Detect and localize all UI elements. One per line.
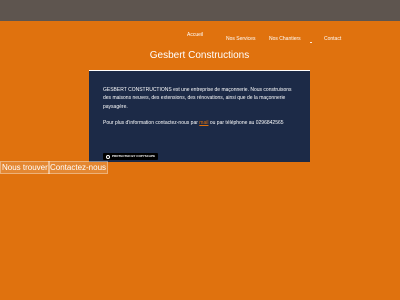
- phone-number: 0296842565: [255, 119, 284, 126]
- contact-text: Pour plus d'information contactez-nous p…: [103, 119, 298, 127]
- find-us-link[interactable]: Nous trouver: [0, 161, 50, 174]
- copyscape-badge[interactable]: PROTECTED BY COPYSCAPE: [103, 153, 159, 160]
- mail-link[interactable]: mail: [199, 120, 208, 126]
- nav-item-contact[interactable]: Contact: [324, 36, 341, 42]
- nav-item-accueil[interactable]: Accueil: [187, 32, 203, 38]
- top-bar: [0, 0, 400, 21]
- contact-suffix: ou par téléphone au: [209, 119, 255, 126]
- contact-prefix: Pour plus d'information contactez-nous p…: [103, 119, 198, 126]
- copyscape-logo-icon: [106, 154, 110, 159]
- contact-us-link[interactable]: Contactez-nous: [48, 161, 109, 174]
- page-title: Gesbert Constructions: [89, 42, 310, 70]
- copyscape-badge-label: PROTECTED BY COPYSCAPE: [112, 154, 156, 158]
- content-card: Gesbert Constructions GESBERT CONSTRUCTI…: [89, 42, 310, 162]
- intro-text: GESBERT CONSTRUCTIONS est une entreprise…: [103, 87, 292, 110]
- content-panel: GESBERT CONSTRUCTIONS est une entreprise…: [89, 71, 310, 162]
